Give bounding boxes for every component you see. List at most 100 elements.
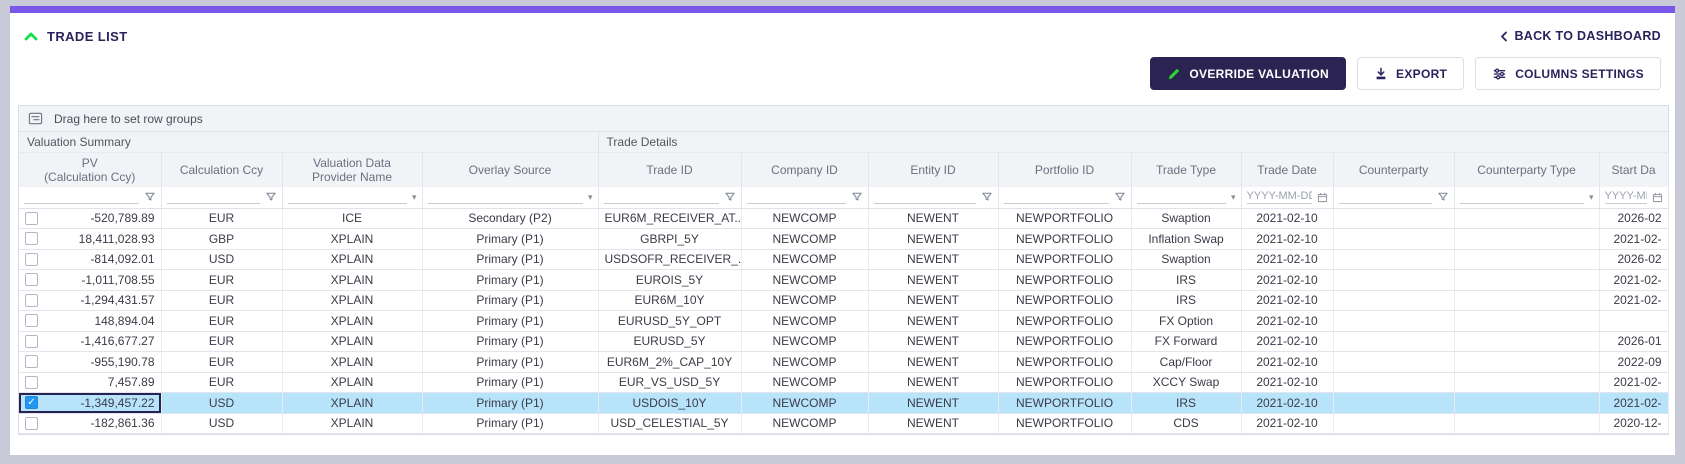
row-checkbox[interactable] bbox=[25, 253, 38, 266]
filter-input-start_date[interactable]: YYYY-MM-D bbox=[1605, 190, 1647, 204]
cell-valuation_data_provider_name[interactable]: ICE bbox=[282, 208, 422, 229]
cell-counterparty_type[interactable] bbox=[1454, 270, 1599, 291]
cell-trade_id[interactable]: GBRPI_5Y bbox=[598, 229, 741, 250]
cell-trade_type[interactable]: Cap/Floor bbox=[1131, 352, 1241, 373]
cell-trade_id[interactable]: EUR6M_2%_CAP_10Y bbox=[598, 352, 741, 373]
filter-valuation_data_provider_name[interactable]: ▾ bbox=[282, 187, 422, 208]
cell-calculation_ccy[interactable]: EUR bbox=[161, 352, 282, 373]
cell-trade_type[interactable]: FX Forward bbox=[1131, 331, 1241, 352]
cell-company_id[interactable]: NEWCOMP bbox=[741, 372, 868, 393]
cell-valuation_data_provider_name[interactable]: XPLAIN bbox=[282, 270, 422, 291]
cell-entity_id[interactable]: NEWENT bbox=[868, 372, 998, 393]
cell-portfolio_id[interactable]: NEWPORTFOLIO bbox=[998, 352, 1131, 373]
filter-input-trade_date[interactable]: YYYY-MM-DD bbox=[1247, 190, 1312, 204]
cell-start_date[interactable]: 2021-02- bbox=[1599, 372, 1668, 393]
column-header-overlay_source[interactable]: Overlay Source bbox=[422, 152, 598, 187]
cell-pv[interactable]: -1,416,677.27 bbox=[19, 331, 161, 352]
row-checkbox[interactable] bbox=[25, 314, 38, 327]
column-header-counterparty_type[interactable]: Counterparty Type bbox=[1454, 152, 1599, 187]
cell-calculation_ccy[interactable]: USD bbox=[161, 249, 282, 270]
cell-counterparty_type[interactable] bbox=[1454, 311, 1599, 332]
cell-trade_date[interactable]: 2021-02-10 bbox=[1241, 208, 1333, 229]
cell-counterparty[interactable] bbox=[1333, 208, 1454, 229]
cell-overlay_source[interactable]: Primary (P1) bbox=[422, 413, 598, 434]
cell-valuation_data_provider_name[interactable]: XPLAIN bbox=[282, 290, 422, 311]
table-row[interactable]: -182,861.36USDXPLAINPrimary (P1)USD_CELE… bbox=[19, 413, 1668, 434]
filter-trade_id[interactable] bbox=[598, 187, 741, 208]
cell-start_date[interactable]: 2021-02- bbox=[1599, 393, 1668, 414]
column-group-valuation-summary[interactable]: Valuation Summary bbox=[19, 132, 598, 152]
collapse-chevron-icon[interactable] bbox=[24, 31, 38, 41]
column-header-pv[interactable]: PV(Calculation Ccy) bbox=[19, 152, 161, 187]
cell-company_id[interactable]: NEWCOMP bbox=[741, 352, 868, 373]
row-checkbox[interactable] bbox=[25, 212, 38, 225]
cell-calculation_ccy[interactable]: USD bbox=[161, 413, 282, 434]
filter-start_date[interactable]: YYYY-MM-D bbox=[1599, 187, 1668, 208]
cell-portfolio_id[interactable]: NEWPORTFOLIO bbox=[998, 372, 1131, 393]
cell-trade_type[interactable]: XCCY Swap bbox=[1131, 372, 1241, 393]
cell-valuation_data_provider_name[interactable]: XPLAIN bbox=[282, 413, 422, 434]
filter-portfolio_id[interactable] bbox=[998, 187, 1131, 208]
cell-company_id[interactable]: NEWCOMP bbox=[741, 249, 868, 270]
filter-overlay_source[interactable]: ▾ bbox=[422, 187, 598, 208]
cell-entity_id[interactable]: NEWENT bbox=[868, 270, 998, 291]
row-checkbox[interactable] bbox=[25, 335, 38, 348]
filter-input-counterparty[interactable] bbox=[1339, 191, 1432, 204]
cell-portfolio_id[interactable]: NEWPORTFOLIO bbox=[998, 208, 1131, 229]
cell-counterparty[interactable] bbox=[1333, 352, 1454, 373]
cell-portfolio_id[interactable]: NEWPORTFOLIO bbox=[998, 393, 1131, 414]
cell-calculation_ccy[interactable]: USD bbox=[161, 393, 282, 414]
column-header-calculation_ccy[interactable]: Calculation Ccy bbox=[161, 152, 282, 187]
cell-trade_id[interactable]: USDSOFR_RECEIVER_... bbox=[598, 249, 741, 270]
cell-company_id[interactable]: NEWCOMP bbox=[741, 290, 868, 311]
column-header-valuation_data_provider_name[interactable]: Valuation DataProvider Name bbox=[282, 152, 422, 187]
cell-start_date[interactable]: 2026-02 bbox=[1599, 249, 1668, 270]
cell-trade_id[interactable]: EURUSD_5Y bbox=[598, 331, 741, 352]
cell-start_date[interactable]: 2026-02 bbox=[1599, 208, 1668, 229]
filter-input-valuation_data_provider_name[interactable] bbox=[288, 191, 407, 204]
cell-overlay_source[interactable]: Primary (P1) bbox=[422, 270, 598, 291]
table-row[interactable]: -1,416,677.27EURXPLAINPrimary (P1)EURUSD… bbox=[19, 331, 1668, 352]
cell-valuation_data_provider_name[interactable]: XPLAIN bbox=[282, 249, 422, 270]
cell-trade_date[interactable]: 2021-02-10 bbox=[1241, 270, 1333, 291]
cell-trade_date[interactable]: 2021-02-10 bbox=[1241, 393, 1333, 414]
filter-pv[interactable] bbox=[19, 187, 161, 208]
cell-calculation_ccy[interactable]: EUR bbox=[161, 372, 282, 393]
cell-start_date[interactable]: 2026-01 bbox=[1599, 331, 1668, 352]
cell-counterparty[interactable] bbox=[1333, 331, 1454, 352]
cell-counterparty_type[interactable] bbox=[1454, 393, 1599, 414]
cell-company_id[interactable]: NEWCOMP bbox=[741, 208, 868, 229]
table-row[interactable]: -1,011,708.55EURXPLAINPrimary (P1)EUROIS… bbox=[19, 270, 1668, 291]
row-group-dropzone[interactable]: Drag here to set row groups bbox=[19, 106, 1668, 132]
cell-counterparty[interactable] bbox=[1333, 413, 1454, 434]
cell-pv[interactable]: -520,789.89 bbox=[19, 208, 161, 229]
column-header-portfolio_id[interactable]: Portfolio ID bbox=[998, 152, 1131, 187]
cell-trade_date[interactable]: 2021-02-10 bbox=[1241, 229, 1333, 250]
table-row[interactable]: -955,190.78EURXPLAINPrimary (P1)EUR6M_2%… bbox=[19, 352, 1668, 373]
cell-pv[interactable]: -182,861.36 bbox=[19, 413, 161, 434]
cell-pv[interactable]: 7,457.89 bbox=[19, 372, 161, 393]
row-checkbox[interactable] bbox=[25, 355, 38, 368]
cell-counterparty_type[interactable] bbox=[1454, 229, 1599, 250]
cell-trade_id[interactable]: USDOIS_10Y bbox=[598, 393, 741, 414]
cell-trade_type[interactable]: CDS bbox=[1131, 413, 1241, 434]
cell-entity_id[interactable]: NEWENT bbox=[868, 331, 998, 352]
cell-entity_id[interactable]: NEWENT bbox=[868, 352, 998, 373]
cell-trade_date[interactable]: 2021-02-10 bbox=[1241, 331, 1333, 352]
cell-trade_type[interactable]: IRS bbox=[1131, 393, 1241, 414]
cell-company_id[interactable]: NEWCOMP bbox=[741, 331, 868, 352]
column-header-trade_id[interactable]: Trade ID bbox=[598, 152, 741, 187]
cell-entity_id[interactable]: NEWENT bbox=[868, 311, 998, 332]
cell-valuation_data_provider_name[interactable]: XPLAIN bbox=[282, 229, 422, 250]
cell-counterparty_type[interactable] bbox=[1454, 352, 1599, 373]
cell-entity_id[interactable]: NEWENT bbox=[868, 249, 998, 270]
table-row[interactable]: 18,411,028.93GBPXPLAINPrimary (P1)GBRPI_… bbox=[19, 229, 1668, 250]
cell-entity_id[interactable]: NEWENT bbox=[868, 208, 998, 229]
override-valuation-button[interactable]: OVERRIDE VALUATION bbox=[1150, 57, 1346, 90]
cell-trade_id[interactable]: EUR_VS_USD_5Y bbox=[598, 372, 741, 393]
filter-input-trade_type[interactable] bbox=[1137, 191, 1226, 204]
cell-counterparty[interactable] bbox=[1333, 372, 1454, 393]
cell-start_date[interactable]: 2021-02- bbox=[1599, 290, 1668, 311]
cell-calculation_ccy[interactable]: GBP bbox=[161, 229, 282, 250]
export-button[interactable]: EXPORT bbox=[1357, 57, 1464, 90]
